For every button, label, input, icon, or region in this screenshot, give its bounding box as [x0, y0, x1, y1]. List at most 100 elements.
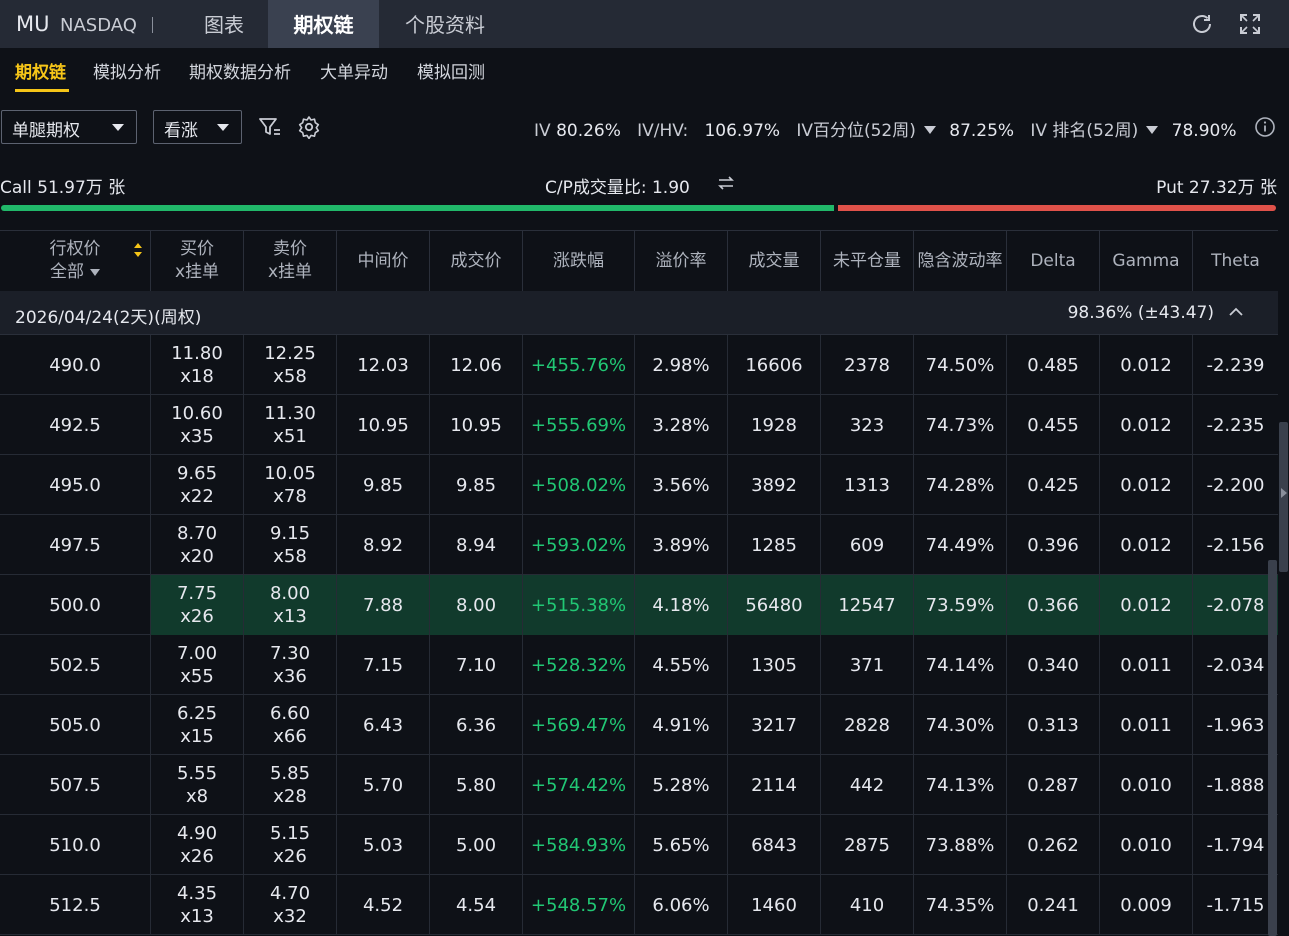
volume-cell[interactable]: 6843 — [728, 815, 821, 875]
table-row[interactable]: 505.0 6.25 x15 6.60 x66 6.43 6.36 +569.47% 4.91%… — [0, 695, 1278, 755]
theta-cell[interactable]: -2.235 — [1193, 395, 1278, 455]
bid-cell[interactable]: 4.90 x26 — [151, 815, 244, 875]
bid-cell[interactable]: 8.70 x20 — [151, 515, 244, 575]
table-row[interactable]: 492.5 10.60 x35 11.30 x51 10.95 10.95 +555.69% 3… — [0, 395, 1278, 455]
gamma-cell[interactable]: 0.012 — [1100, 515, 1193, 575]
table-row[interactable]: 507.5 5.55 x8 5.85 x28 5.70 5.80 +574.42% 5.28% 2… — [0, 755, 1278, 815]
delta-cell[interactable]: 0.241 — [1007, 875, 1100, 935]
change-cell[interactable]: +569.47% — [523, 695, 635, 755]
theta-cell[interactable]: -2.034 — [1193, 635, 1278, 695]
last-cell[interactable]: 8.94 — [430, 515, 523, 575]
mid-cell[interactable]: 7.15 — [337, 635, 430, 695]
mid-cell[interactable]: 5.70 — [337, 755, 430, 815]
open-interest-cell[interactable]: 410 — [821, 875, 914, 935]
mid-cell[interactable]: 12.03 — [337, 335, 430, 395]
bid-cell[interactable]: 5.55 x8 — [151, 755, 244, 815]
premium-cell[interactable]: 5.65% — [635, 815, 728, 875]
ask-cell[interactable]: 6.60 x66 — [244, 695, 337, 755]
last-header[interactable]: 成交价 — [430, 231, 523, 291]
premium-cell[interactable]: 2.98% — [635, 335, 728, 395]
subtab-simulation[interactable]: 模拟分析 — [93, 58, 161, 83]
info-icon[interactable] — [1254, 116, 1276, 138]
theta-cell[interactable]: -2.200 — [1193, 455, 1278, 515]
change-cell[interactable]: +455.76% — [523, 335, 635, 395]
open-interest-cell[interactable]: 12547 — [821, 575, 914, 635]
last-cell[interactable]: 5.00 — [430, 815, 523, 875]
change-cell[interactable]: +528.32% — [523, 635, 635, 695]
change-cell[interactable]: +584.93% — [523, 815, 635, 875]
mid-cell[interactable]: 9.85 — [337, 455, 430, 515]
open-interest-header[interactable]: 未平仓量 — [821, 231, 914, 291]
last-cell[interactable]: 12.06 — [430, 335, 523, 395]
bid-cell[interactable]: 6.25 x15 — [151, 695, 244, 755]
mid-cell[interactable]: 5.03 — [337, 815, 430, 875]
change-cell[interactable]: +555.69% — [523, 395, 635, 455]
mid-header[interactable]: 中间价 — [337, 231, 430, 291]
premium-cell[interactable]: 3.28% — [635, 395, 728, 455]
refresh-icon[interactable] — [1190, 12, 1214, 36]
chevron-up-icon[interactable] — [1228, 304, 1244, 320]
theta-cell[interactable]: -2.078 — [1193, 575, 1278, 635]
mid-cell[interactable]: 6.43 — [337, 695, 430, 755]
open-interest-cell[interactable]: 2828 — [821, 695, 914, 755]
mid-cell[interactable]: 7.88 — [337, 575, 430, 635]
direction-dropdown[interactable]: 看涨 — [153, 110, 242, 144]
subtab-backtest[interactable]: 模拟回测 — [417, 58, 485, 83]
table-row[interactable]: 497.5 8.70 x20 9.15 x58 8.92 8.94 +593.02% 3.89%… — [0, 515, 1278, 575]
change-cell[interactable]: +515.38% — [523, 575, 635, 635]
bid-cell[interactable]: 7.75 x26 — [151, 575, 244, 635]
iv-cell[interactable]: 73.59% — [914, 575, 1007, 635]
theta-cell[interactable]: -2.156 — [1193, 515, 1278, 575]
change-cell[interactable]: +548.57% — [523, 875, 635, 935]
gamma-cell[interactable]: 0.011 — [1100, 635, 1193, 695]
table-row[interactable]: 495.0 9.65 x22 10.05 x78 9.85 9.85 +508.02% 3.56… — [0, 455, 1278, 515]
subtab-option-data[interactable]: 期权数据分析 — [189, 58, 291, 83]
strike-filter-dropdown[interactable]: 全部 — [50, 261, 100, 284]
strike-cell[interactable]: 512.5 — [0, 875, 151, 935]
ask-cell[interactable]: 12.25 x58 — [244, 335, 337, 395]
delta-cell[interactable]: 0.485 — [1007, 335, 1100, 395]
open-interest-cell[interactable]: 442 — [821, 755, 914, 815]
premium-cell[interactable]: 4.18% — [635, 575, 728, 635]
theta-cell[interactable]: -2.239 — [1193, 335, 1278, 395]
bid-cell[interactable]: 11.80 x18 — [151, 335, 244, 395]
ask-cell[interactable]: 11.30 x51 — [244, 395, 337, 455]
bid-cell[interactable]: 9.65 x22 — [151, 455, 244, 515]
premium-cell[interactable]: 4.55% — [635, 635, 728, 695]
ask-cell[interactable]: 7.30 x36 — [244, 635, 337, 695]
mid-cell[interactable]: 10.95 — [337, 395, 430, 455]
last-cell[interactable]: 8.00 — [430, 575, 523, 635]
strike-cell[interactable]: 505.0 — [0, 695, 151, 755]
change-cell[interactable]: +574.42% — [523, 755, 635, 815]
strike-cell[interactable]: 497.5 — [0, 515, 151, 575]
iv-cell[interactable]: 74.14% — [914, 635, 1007, 695]
change-cell[interactable]: +593.02% — [523, 515, 635, 575]
premium-cell[interactable]: 6.06% — [635, 875, 728, 935]
expiry-group-header[interactable]: 2026/04/24(2天)(周权) 98.36% (±43.47) — [0, 291, 1278, 335]
volume-header[interactable]: 成交量 — [728, 231, 821, 291]
iv-cell[interactable]: 74.28% — [914, 455, 1007, 515]
strike-cell[interactable]: 495.0 — [0, 455, 151, 515]
premium-cell[interactable]: 3.56% — [635, 455, 728, 515]
subtab-block-trades[interactable]: 大单异动 — [320, 58, 388, 83]
iv-cell[interactable]: 74.49% — [914, 515, 1007, 575]
strike-cell[interactable]: 492.5 — [0, 395, 151, 455]
mid-cell[interactable]: 8.92 — [337, 515, 430, 575]
table-row[interactable]: 500.0 7.75 x26 8.00 x13 7.88 8.00 +515.38% 4.18%… — [0, 575, 1278, 635]
volume-cell[interactable]: 3892 — [728, 455, 821, 515]
iv-cell[interactable]: 74.73% — [914, 395, 1007, 455]
filter-icon[interactable] — [258, 115, 282, 139]
delta-cell[interactable]: 0.366 — [1007, 575, 1100, 635]
last-cell[interactable]: 9.85 — [430, 455, 523, 515]
volume-cell[interactable]: 2114 — [728, 755, 821, 815]
open-interest-cell[interactable]: 371 — [821, 635, 914, 695]
volume-cell[interactable]: 3217 — [728, 695, 821, 755]
last-cell[interactable]: 10.95 — [430, 395, 523, 455]
ask-cell[interactable]: 10.05 x78 — [244, 455, 337, 515]
table-scrollbar-thumb[interactable] — [1268, 560, 1277, 936]
iv-cell[interactable]: 74.13% — [914, 755, 1007, 815]
change-cell[interactable]: +508.02% — [523, 455, 635, 515]
open-interest-cell[interactable]: 1313 — [821, 455, 914, 515]
strike-cell[interactable]: 490.0 — [0, 335, 151, 395]
table-row[interactable]: 502.5 7.00 x55 7.30 x36 7.15 7.10 +528.32% 4.55%… — [0, 635, 1278, 695]
